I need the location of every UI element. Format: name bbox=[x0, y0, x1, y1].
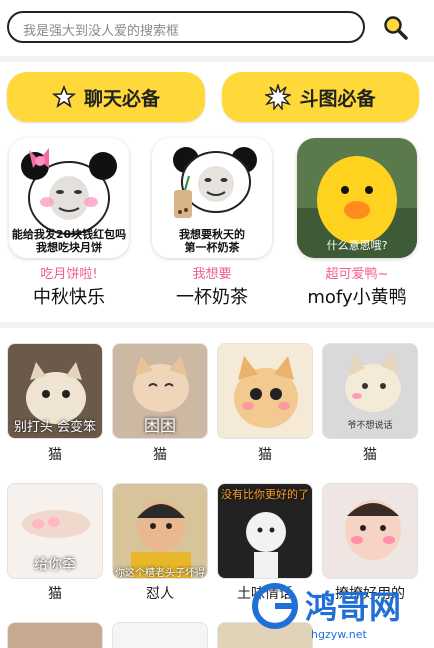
cat-image bbox=[218, 344, 312, 438]
top-bar: 我是强大到没人爱的搜索框 bbox=[0, 0, 434, 54]
featured-caption: 能给我发20块钱红包吗 我想吃块月饼 bbox=[11, 228, 127, 254]
sticker-cat-1[interactable]: 别打头 会变笨 bbox=[7, 343, 103, 439]
sticker-caption: 别打头 会变笨 bbox=[13, 420, 97, 435]
sticker-label: 猫 bbox=[48, 586, 62, 602]
watermark-logo: 鸿哥网 hgzyw.net bbox=[245, 578, 434, 644]
sticker-partial[interactable] bbox=[112, 622, 208, 648]
sticker-person[interactable]: 你这个糟老头子坏得很 bbox=[112, 483, 208, 579]
sticker-cat-4[interactable]: 爷不想说话 bbox=[322, 343, 418, 439]
sticker-cat-3[interactable] bbox=[217, 343, 313, 439]
featured-pack-milk-tea[interactable]: 我想要秋天的 第一杯奶茶 bbox=[152, 138, 272, 258]
featured-caption: 什么意思哦? bbox=[326, 239, 388, 252]
sticker-caption: 困困 bbox=[143, 416, 176, 435]
sticker-panda-quote[interactable]: 没有比你更好的了 bbox=[217, 483, 313, 579]
app-page: 我是强大到没人爱的搜索框 聊天必备 斗图必备 能给我发20块钱红包吗 我想吃块月… bbox=[0, 0, 434, 648]
search-input[interactable]: 我是强大到没人爱的搜索框 bbox=[7, 11, 365, 43]
sticker-label: 猫 bbox=[258, 447, 272, 463]
featured-subtitle: 超可爱鸭~ bbox=[325, 267, 389, 282]
sticker-cat-paw[interactable]: 给你牵 bbox=[7, 483, 103, 579]
sticker-label: 怼人 bbox=[146, 586, 174, 602]
category-meme-button[interactable]: 斗图必备 bbox=[222, 72, 419, 122]
divider bbox=[0, 322, 434, 328]
sticker-baby[interactable] bbox=[322, 483, 418, 579]
sticker-caption: 你这个糟老头子坏得很 bbox=[115, 568, 205, 579]
sticker-label: 猫 bbox=[363, 447, 377, 463]
sticker-label: 猫 bbox=[153, 447, 167, 463]
featured-pack-mooncake[interactable]: 能给我发20块钱红包吗 我想吃块月饼 bbox=[9, 138, 129, 258]
sticker-caption: 爷不想说话 bbox=[347, 421, 393, 431]
divider bbox=[0, 56, 434, 62]
featured-subtitle: 我想要 bbox=[192, 267, 232, 282]
featured-title: 中秋快乐 bbox=[33, 287, 105, 308]
featured-pack-duck[interactable]: 什么意思哦? bbox=[297, 138, 417, 258]
sticker-cat-2[interactable]: 困困 bbox=[112, 343, 208, 439]
sticker-label: 猫 bbox=[48, 447, 62, 463]
watermark-text: 鸿哥网 bbox=[305, 588, 401, 626]
burst-icon bbox=[265, 84, 292, 110]
watermark-url: hgzyw.net bbox=[311, 628, 367, 641]
category-chat-button[interactable]: 聊天必备 bbox=[7, 72, 205, 122]
search-icon[interactable] bbox=[382, 14, 410, 42]
sticker-caption: 没有比你更好的了 bbox=[221, 488, 309, 501]
sticker-caption: 给你牵 bbox=[34, 557, 76, 573]
featured-subtitle: 吃月饼啦! bbox=[40, 267, 98, 282]
category-label: 斗图必备 bbox=[299, 87, 376, 110]
star-outline-icon bbox=[51, 85, 76, 108]
featured-caption: 我想要秋天的 第一杯奶茶 bbox=[179, 228, 245, 254]
sticker-partial[interactable] bbox=[7, 622, 103, 648]
baby-image bbox=[323, 484, 417, 578]
featured-title: 一杯奶茶 bbox=[176, 287, 248, 308]
category-label: 聊天必备 bbox=[83, 87, 160, 110]
featured-title: mofy小黄鸭 bbox=[307, 287, 407, 308]
